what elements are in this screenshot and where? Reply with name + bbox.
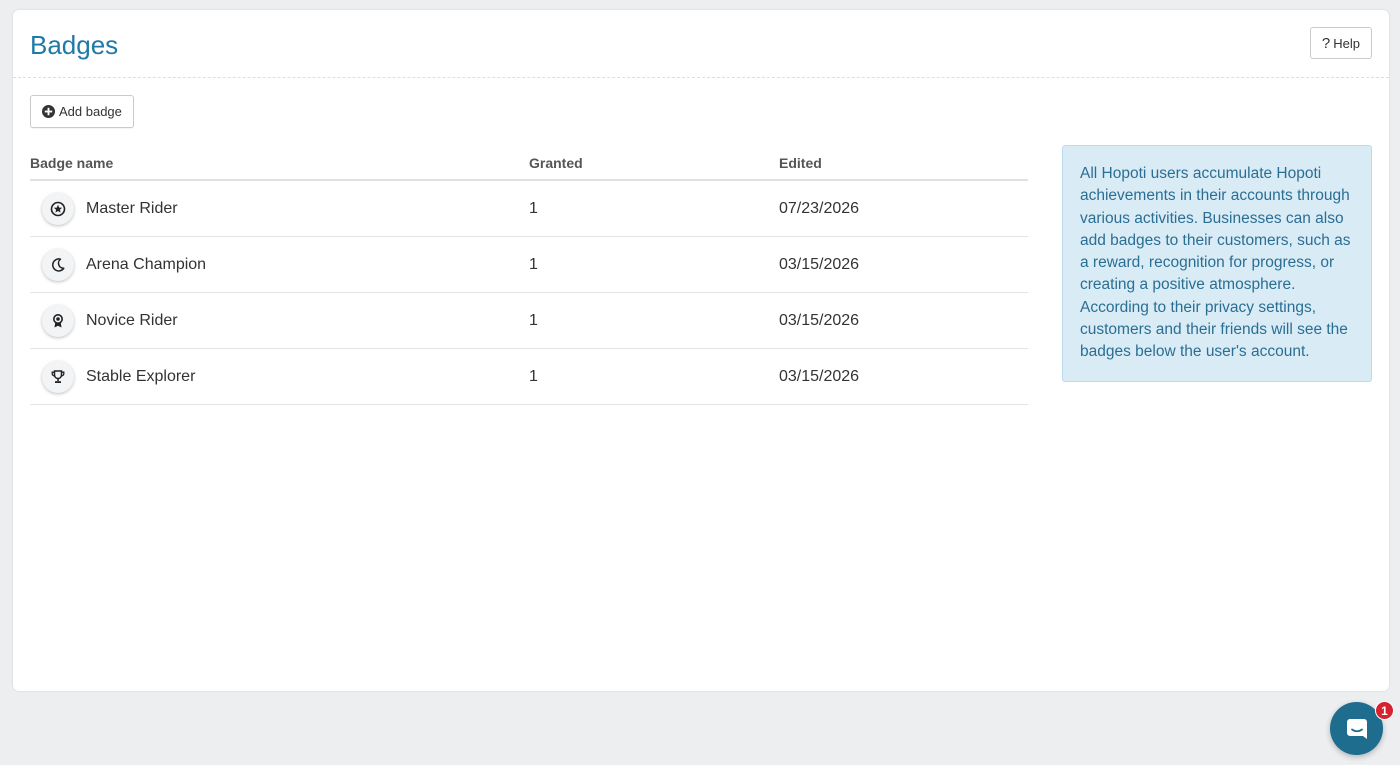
chat-unread-badge: 1: [1375, 701, 1394, 720]
granted-count: 1: [529, 180, 779, 237]
column-header-badge-name: Badge name: [30, 147, 529, 181]
table-row[interactable]: Arena Champion 1 03/15/2026: [30, 236, 1028, 293]
badge-name[interactable]: Arena Champion: [86, 256, 206, 274]
badge-name[interactable]: Novice Rider: [86, 312, 178, 330]
granted-count: 1: [529, 292, 779, 349]
column-header-granted: Granted: [529, 147, 779, 181]
column-header-edited: Edited: [779, 147, 1028, 181]
question-mark-icon: ?: [1321, 34, 1331, 52]
badges-table: Badge name Granted Edited Master Rider 1…: [30, 147, 1028, 405]
edited-date: 03/15/2026: [779, 348, 1028, 405]
table-header-row: Badge name Granted Edited: [30, 147, 1028, 181]
edited-date: 03/15/2026: [779, 292, 1028, 349]
plus-circle-icon: [42, 105, 55, 118]
award-ribbon-icon: [42, 304, 74, 337]
moon-icon: [42, 248, 74, 281]
chat-bubble-icon: [1346, 718, 1367, 739]
granted-count: 1: [529, 348, 779, 405]
badges-info-box: All Hopoti users accumulate Hopoti achie…: [1062, 145, 1372, 382]
table-row[interactable]: Master Rider 1 07/23/2026: [30, 180, 1028, 237]
edited-date: 03/15/2026: [779, 236, 1028, 293]
help-button-label: Help: [1333, 35, 1360, 51]
table-row[interactable]: Stable Explorer 1 03/15/2026: [30, 348, 1028, 405]
trophy-icon: [42, 360, 74, 393]
star-circle-icon: [42, 192, 74, 225]
add-badge-button[interactable]: Add badge: [30, 95, 134, 128]
edited-date: 07/23/2026: [779, 180, 1028, 237]
table-row[interactable]: Novice Rider 1 03/15/2026: [30, 292, 1028, 349]
granted-count: 1: [529, 236, 779, 293]
badge-name[interactable]: Stable Explorer: [86, 368, 195, 386]
add-badge-label: Add badge: [59, 104, 122, 119]
page-title: Badges: [30, 30, 119, 60]
panel-header: Badges ? Help: [13, 10, 1389, 78]
help-button[interactable]: ? Help: [1309, 27, 1372, 59]
badges-panel: Badges ? Help Add badge Badge name Grant…: [13, 10, 1389, 691]
badge-name[interactable]: Master Rider: [86, 200, 178, 218]
